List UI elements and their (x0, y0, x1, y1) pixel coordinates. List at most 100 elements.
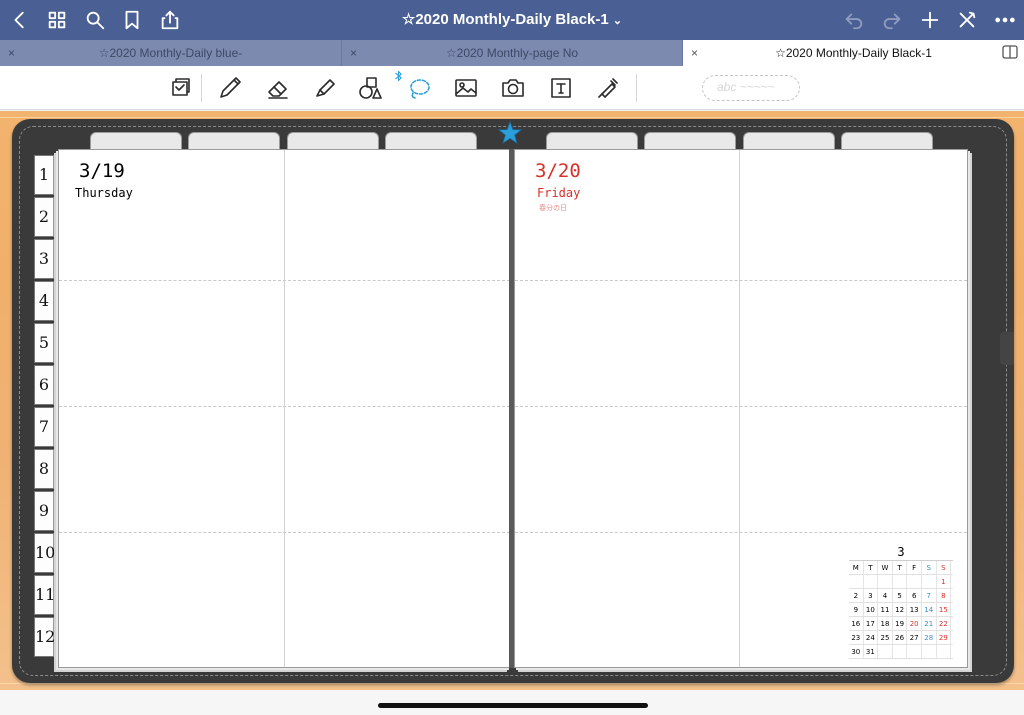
mini-calendar-day[interactable]: 11 (878, 603, 893, 616)
tab-monthly-daily-blue[interactable]: × ☆2020 Monthly-Daily blue- (0, 40, 342, 66)
mini-calendar-day[interactable]: 1 (937, 575, 952, 588)
top-tab[interactable] (546, 132, 638, 150)
eraser-tool-icon[interactable] (264, 75, 292, 101)
mini-calendar-day[interactable]: 4 (878, 589, 893, 602)
share-icon[interactable] (158, 8, 182, 32)
pen-style-preview[interactable]: abc ~~~~~ (702, 75, 800, 101)
home-indicator[interactable] (378, 703, 648, 708)
mini-calendar-day[interactable]: 6 (907, 589, 922, 602)
close-tools-icon[interactable] (955, 8, 979, 32)
mini-calendar-day[interactable]: 20 (907, 617, 922, 630)
mini-calendar-month: 3 (897, 545, 905, 559)
mini-calendar-day[interactable]: 31 (864, 645, 879, 658)
shape-tool-icon[interactable] (357, 75, 385, 101)
image-insert-icon[interactable] (452, 75, 480, 101)
mini-calendar-day[interactable]: 27 (907, 631, 922, 644)
mini-calendar-day[interactable]: 25 (878, 631, 893, 644)
mini-calendar-day[interactable]: 7 (922, 589, 937, 602)
month-tab-1[interactable]: 1 (34, 155, 56, 195)
month-tab-5[interactable]: 5 (34, 323, 56, 363)
mini-calendar-day[interactable]: 23 (849, 631, 864, 644)
month-tab-3[interactable]: 3 (34, 239, 56, 279)
mini-calendar-weekday: S (922, 561, 937, 574)
tab-label: ☆2020 Monthly-Daily Black-1 (775, 46, 932, 60)
document-canvas[interactable]: 1 2 3 4 5 6 7 8 9 10 11 12 3/19 Thursday (0, 111, 1024, 690)
tab-monthly-page[interactable]: × ☆2020 Monthly-page No (342, 40, 683, 66)
top-tab[interactable] (644, 132, 736, 150)
month-tab-10[interactable]: 10 (34, 533, 56, 573)
month-tab-7[interactable]: 7 (34, 407, 56, 447)
top-tab[interactable] (90, 132, 182, 150)
top-tab[interactable] (841, 132, 933, 150)
back-icon[interactable] (8, 8, 32, 32)
mini-calendar-day[interactable]: 18 (878, 617, 893, 630)
split-view-icon[interactable] (1002, 45, 1018, 59)
camera-icon[interactable] (499, 75, 527, 101)
add-page-icon[interactable] (918, 8, 942, 32)
lasso-tool-icon[interactable] (405, 75, 433, 101)
month-tab-11[interactable]: 11 (34, 575, 56, 615)
month-tab-12[interactable]: 12 (34, 617, 56, 657)
mini-calendar-day[interactable]: 15 (937, 603, 952, 616)
mini-calendar-day[interactable]: 22 (937, 617, 952, 630)
mini-calendar-day[interactable]: 19 (893, 617, 908, 630)
mini-calendar-day (937, 645, 952, 658)
highlighter-tool-icon[interactable] (311, 75, 339, 101)
mini-calendar-day[interactable]: 21 (922, 617, 937, 630)
month-tab-2[interactable]: 2 (34, 197, 56, 237)
month-tab-9[interactable]: 9 (34, 491, 56, 531)
month-tab-6[interactable]: 6 (34, 365, 56, 405)
holiday-label: 春分の日 (539, 205, 567, 212)
mini-calendar-day[interactable]: 28 (922, 631, 937, 644)
mini-calendar-day[interactable]: 30 (849, 645, 864, 658)
mini-calendar-day (878, 575, 893, 588)
month-tab-8[interactable]: 8 (34, 449, 56, 489)
mini-calendar-day[interactable]: 24 (864, 631, 879, 644)
mini-calendar-day[interactable]: 16 (849, 617, 864, 630)
mini-calendar-day[interactable]: 10 (864, 603, 879, 616)
pen-tool-icon[interactable] (216, 75, 244, 101)
mini-calendar-day[interactable]: 12 (893, 603, 908, 616)
grid-view-icon[interactable] (45, 8, 69, 32)
right-page-friday[interactable]: 3/20 Friday 春分の日 3 M T W T F S S 1 2 3 4 5 6 7 8 9 10 11 1… (514, 149, 968, 668)
undo-icon[interactable] (842, 8, 866, 32)
mini-calendar-day (893, 645, 908, 658)
more-options-icon[interactable] (993, 8, 1017, 32)
document-title: ☆2020 Monthly-Daily Black-1 ⌄ (0, 10, 1024, 28)
star-icon[interactable] (498, 121, 522, 145)
tab-monthly-daily-black[interactable]: × ☆2020 Monthly-Daily Black-1 (683, 40, 1024, 66)
mini-calendar-day[interactable]: 29 (937, 631, 952, 644)
reading-mode-icon[interactable] (167, 75, 195, 101)
mini-calendar-day (849, 575, 864, 588)
mini-calendar-day[interactable]: 26 (893, 631, 908, 644)
mini-calendar-day[interactable]: 9 (849, 603, 864, 616)
bookmark-icon[interactable] (120, 8, 144, 32)
mini-calendar-week: 9 10 11 12 13 14 15 (849, 603, 953, 617)
top-tab[interactable] (385, 132, 477, 150)
mini-calendar[interactable]: 3 M T W T F S S 1 2 3 4 5 6 7 8 9 10 11 12 13 14 15 16 17 18 19 20… (849, 545, 953, 659)
mini-calendar-day[interactable]: 8 (937, 589, 952, 602)
mini-calendar-day[interactable]: 13 (907, 603, 922, 616)
wood-grain (0, 117, 1024, 118)
text-box-icon[interactable] (547, 75, 575, 101)
row-divider (515, 280, 967, 281)
laser-pointer-icon[interactable] (594, 75, 622, 101)
top-tab[interactable] (743, 132, 835, 150)
document-title-button[interactable]: ☆2020 Monthly-Daily Black-1 ⌄ (402, 11, 622, 28)
search-icon[interactable] (83, 8, 107, 32)
mini-calendar-day[interactable]: 5 (893, 589, 908, 602)
column-divider (284, 150, 285, 667)
redo-icon[interactable] (880, 8, 904, 32)
mini-calendar-day[interactable]: 2 (849, 589, 864, 602)
mini-calendar-day[interactable]: 14 (922, 603, 937, 616)
mini-calendar-day[interactable]: 3 (864, 589, 879, 602)
top-tab[interactable] (287, 132, 379, 150)
top-tab[interactable] (188, 132, 280, 150)
left-page-thursday[interactable]: 3/19 Thursday (58, 149, 511, 668)
mini-calendar-grid: M T W T F S S 1 2 3 4 5 6 7 8 9 10 11 12 13 14 15 16 17 18 19 20 21… (849, 560, 953, 659)
mini-calendar-day (893, 575, 908, 588)
mini-calendar-day[interactable]: 17 (864, 617, 879, 630)
navigation-bar: ☆2020 Monthly-Daily Black-1 ⌄ (0, 0, 1024, 40)
month-tab-4[interactable]: 4 (34, 281, 56, 321)
right-edge-tab[interactable] (1000, 332, 1014, 365)
